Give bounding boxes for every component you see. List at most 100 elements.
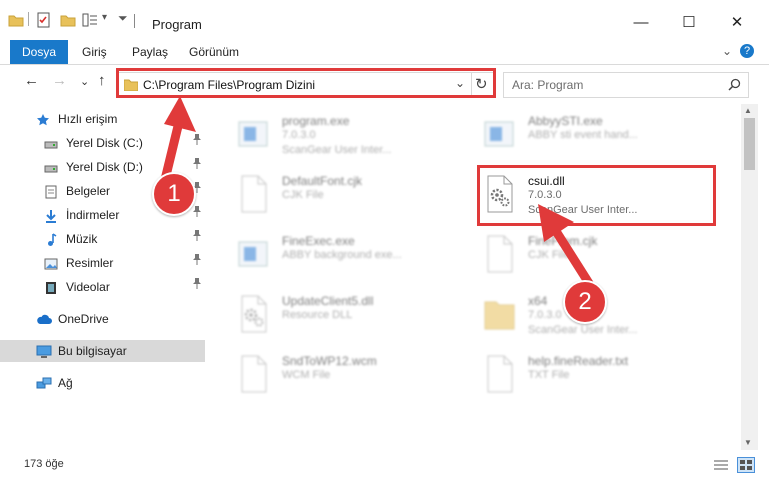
scroll-down-icon[interactable]: ▼	[744, 438, 752, 447]
file-name: SndToWP12.wcm	[282, 354, 377, 368]
status-bar: 173 öğe	[0, 450, 769, 488]
file-item[interactable]: program.exe 7.0.3.0 ScanGear User Inter...	[236, 110, 476, 160]
cloud-icon	[36, 312, 52, 326]
title-divider	[134, 14, 135, 28]
step-1-badge: 1	[152, 172, 196, 216]
search-input[interactable]: Ara: Program	[512, 78, 583, 92]
back-button[interactable]: ←	[24, 72, 39, 89]
view-options-icon[interactable]	[82, 12, 100, 28]
sidebar-item-label: Videolar	[66, 280, 110, 294]
file-icon	[482, 234, 516, 274]
large-icons-view-icon[interactable]	[737, 457, 755, 473]
file-meta: ABBY sti event hand...	[528, 129, 638, 141]
file-meta: 7.0.3.0	[282, 129, 316, 141]
tab-giris[interactable]: Giriş	[82, 40, 107, 64]
close-button[interactable]: ✕	[722, 10, 752, 36]
sidebar-item-label: Yerel Disk (C:)	[66, 136, 143, 150]
pictures-icon	[44, 256, 58, 270]
video-icon	[44, 280, 58, 294]
sidebar-item-müzik[interactable]: Müzik	[0, 228, 205, 250]
file-meta: TXT File	[528, 369, 570, 381]
ribbon-tabs: Dosya Giriş Paylaş Görünüm ⌄ ?	[0, 40, 769, 65]
file-item[interactable]: DefaultFont.cjk CJK File	[236, 170, 476, 220]
dll-icon	[236, 294, 270, 334]
sidebar-item-label: Belgeler	[66, 184, 111, 198]
file-name: AbbyySTI.exe	[528, 114, 603, 128]
star-icon	[36, 112, 50, 126]
network-icon	[36, 376, 52, 390]
vertical-scrollbar[interactable]: ▲ ▼	[741, 104, 758, 450]
qa-dropdown-icon[interactable]: ▾	[102, 12, 107, 23]
tab-gorunum[interactable]: Görünüm	[189, 40, 239, 64]
download-icon	[44, 208, 58, 223]
search-icon[interactable]	[728, 78, 741, 91]
file-meta: 7.0.3.0	[528, 309, 562, 321]
file-item[interactable]: SndToWP12.wcm WCM File	[236, 350, 476, 400]
file-name: UpdateClient5.dll	[282, 294, 374, 308]
file-item[interactable]: AbbyySTI.exe ABBY sti event hand...	[482, 110, 722, 160]
file-item[interactable]: FineExec.exe ABBY background exe...	[236, 230, 476, 280]
pin-icon[interactable]	[192, 204, 202, 226]
sidebar-item-label: Bu bilgisayar	[58, 344, 127, 358]
file-item[interactable]: UpdateClient5.dll Resource DLL	[236, 290, 476, 340]
up-button[interactable]: ↑	[98, 72, 106, 89]
folder-icon	[8, 15, 24, 27]
recent-locations-icon[interactable]: ⌄	[80, 75, 89, 88]
sidebar-item-label: OneDrive	[58, 312, 109, 326]
folder-icon	[482, 294, 516, 334]
file-item[interactable]: help.fineReader.txt TXT File	[482, 350, 722, 400]
expand-ribbon-icon[interactable]: ⌄	[722, 44, 732, 58]
title-bar: ▾ ⏷ Program — ☐ ✕	[0, 0, 769, 40]
tab-paylas[interactable]: Paylaş	[132, 40, 168, 64]
file-description: ScanGear User Inter...	[282, 144, 392, 156]
new-folder-icon[interactable]	[60, 12, 76, 28]
file-name: help.fineReader.txt	[528, 354, 629, 368]
computer-icon	[36, 344, 52, 358]
drive-icon	[44, 136, 58, 150]
search-box[interactable]: Ara: Program	[503, 72, 749, 98]
minimize-button[interactable]: —	[626, 10, 656, 36]
file-meta: ABBY background exe...	[282, 249, 402, 261]
sidebar-item-label: Yerel Disk (D:)	[66, 160, 143, 174]
file-meta: WCM File	[282, 369, 331, 381]
file-icon	[236, 174, 270, 214]
sidebar-item-onedrive[interactable]: OneDrive	[0, 308, 205, 330]
sidebar-item-resimler[interactable]: Resimler	[0, 252, 205, 274]
document-icon	[44, 184, 58, 199]
sidebar-item-label: Resimler	[66, 256, 114, 270]
sidebar-item-label: Hızlı erişim	[58, 112, 118, 126]
window-title: Program	[152, 17, 202, 32]
file-name: DefaultFont.cjk	[282, 174, 363, 188]
file-icon	[482, 354, 516, 394]
exe-icon	[482, 114, 516, 154]
file-icon	[236, 354, 270, 394]
file-meta: Resource DLL	[282, 309, 353, 321]
exe-icon	[236, 114, 270, 154]
scroll-thumb[interactable]	[744, 118, 755, 170]
pin-icon[interactable]	[192, 252, 202, 274]
sidebar-item-label: Ağ	[58, 376, 73, 390]
help-icon[interactable]: ?	[740, 44, 754, 58]
forward-button[interactable]: →	[52, 72, 67, 89]
tab-dosya[interactable]: Dosya	[10, 40, 68, 64]
music-icon	[44, 232, 58, 246]
sidebar-item-bu-bilgisayar[interactable]: Bu bilgisayar	[0, 340, 205, 362]
exe-icon	[236, 234, 270, 274]
item-count: 173 öğe	[24, 458, 64, 470]
file-name: FineExec.exe	[282, 234, 355, 248]
maximize-button[interactable]: ☐	[674, 10, 704, 36]
customize-qa-icon[interactable]: ⏷	[118, 11, 128, 26]
pin-icon[interactable]	[192, 276, 202, 298]
file-description: ScanGear User Inter...	[528, 324, 638, 336]
step-2-badge: 2	[563, 280, 607, 324]
file-list: program.exe 7.0.3.0 ScanGear User Inter...…	[206, 104, 741, 450]
pin-icon[interactable]	[192, 228, 202, 250]
drive-icon	[44, 160, 58, 174]
sidebar-item-ağ[interactable]: Ağ	[0, 372, 205, 394]
scroll-up-icon[interactable]: ▲	[744, 106, 752, 115]
properties-icon[interactable]	[36, 12, 52, 28]
details-view-icon[interactable]	[713, 458, 729, 472]
sidebar-item-videolar[interactable]: Videolar	[0, 276, 205, 298]
file-meta: CJK File	[282, 189, 324, 201]
sidebar-item-label: Müzik	[66, 232, 98, 246]
